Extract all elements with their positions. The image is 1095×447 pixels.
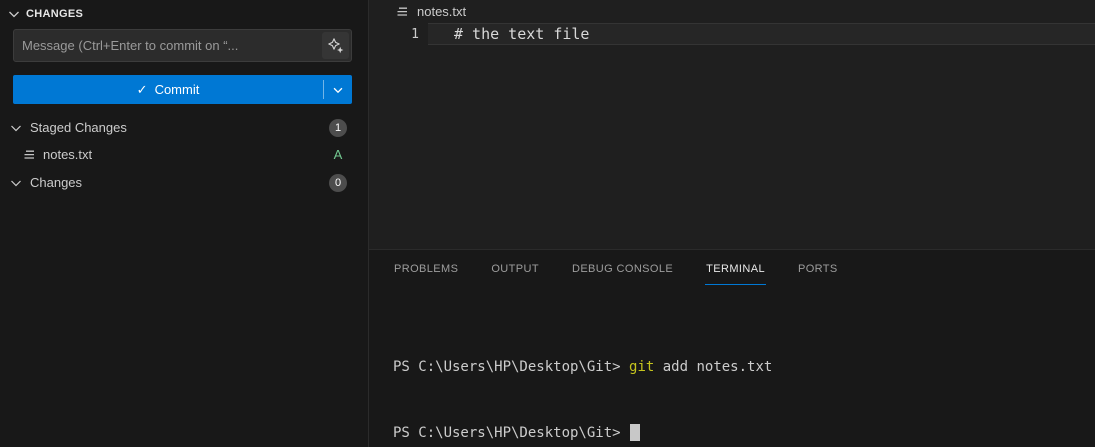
terminal-prompt: PS C:\Users\HP\Desktop\Git> [393,425,629,441]
tab-ports[interactable]: PORTS [797,252,839,285]
commit-dropdown-button[interactable] [324,75,352,104]
commit-button-label: Commit [155,82,200,97]
changes-section-title: CHANGES [26,8,83,20]
terminal-content[interactable]: PS C:\Users\HP\Desktop\Git> git add note… [369,312,1095,447]
code-text: # the text file [454,25,589,43]
tab-terminal[interactable]: TERMINAL [705,252,766,285]
chevron-down-icon [8,120,24,136]
terminal-line: PS C:\Users\HP\Desktop\Git> git add note… [393,356,1095,378]
chevron-down-icon [6,6,22,22]
breadcrumb-file-name: notes.txt [417,4,466,19]
line-number: 1 [369,23,428,45]
changes-count-badge: 0 [329,174,347,192]
changes-section-header[interactable]: CHANGES [0,0,368,24]
staged-file-name: notes.txt [43,147,329,162]
commit-button[interactable]: ✓ Commit [13,75,352,104]
tab-debug-console[interactable]: DEBUG CONSOLE [571,252,674,285]
terminal-command: git [629,359,654,375]
changes-group[interactable]: Changes 0 [0,171,369,194]
chevron-down-icon [331,83,345,97]
changes-label: Changes [30,175,329,190]
tab-problems[interactable]: PROBLEMS [393,252,459,285]
breadcrumb[interactable]: notes.txt [369,0,1095,23]
source-control-sidebar: CHANGES ✓ Commit Staged Chang [0,0,369,447]
bottom-panel: PROBLEMS OUTPUT DEBUG CONSOLE TERMINAL P… [369,249,1095,447]
file-icon [394,4,410,20]
sparkle-icon [327,37,345,55]
git-status-added: A [329,147,347,162]
terminal-args: add notes.txt [654,359,772,375]
staged-changes-group[interactable]: Staged Changes 1 [0,116,369,139]
staged-file-row[interactable]: notes.txt A [0,143,369,166]
staged-count-badge: 1 [329,119,347,137]
commit-message-input[interactable] [14,38,322,53]
commit-message-box [13,29,352,62]
tab-output[interactable]: OUTPUT [490,252,540,285]
editor-pane: notes.txt 1 # the text file [369,0,1095,249]
chevron-down-icon [8,175,24,191]
commit-button-main[interactable]: ✓ Commit [13,75,323,104]
panel-tab-bar: PROBLEMS OUTPUT DEBUG CONSOLE TERMINAL P… [369,250,1095,286]
terminal-cursor [630,424,640,441]
file-icon [21,147,37,163]
editor-current-line[interactable]: # the text file [428,23,1095,45]
terminal-prompt: PS C:\Users\HP\Desktop\Git> [393,359,629,375]
check-icon: ✓ [137,82,148,98]
staged-changes-label: Staged Changes [30,120,329,135]
terminal-line: PS C:\Users\HP\Desktop\Git> [393,422,1095,444]
generate-commit-message-button[interactable] [322,32,349,59]
